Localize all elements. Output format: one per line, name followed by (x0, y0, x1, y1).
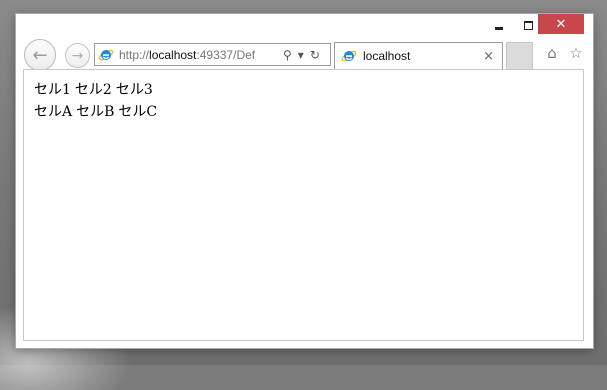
back-button[interactable]: ← (24, 39, 56, 71)
refresh-icon[interactable]: ↻ (310, 48, 320, 62)
close-button[interactable]: ✕ (538, 14, 584, 34)
favorites-star-icon: ☆ (569, 44, 583, 62)
table-cell: セルA (34, 104, 73, 120)
page-content: セル1 セル2 セル3 セルA セルB セルC (23, 69, 584, 341)
forward-button[interactable]: → (65, 43, 90, 68)
browser-window: ✕ ← → http://localhost:49337/Def ⚲ ▾ ↻ l… (16, 14, 593, 348)
home-icon: ⌂ (547, 44, 557, 62)
minimize-button[interactable] (486, 14, 512, 36)
address-url[interactable]: http://localhost:49337/Def (119, 48, 279, 62)
address-protocol: http:// (119, 47, 150, 62)
address-host: localhost (149, 47, 197, 62)
tab-close-icon[interactable]: × (483, 49, 494, 64)
maximize-icon (523, 20, 533, 30)
minimize-icon (495, 26, 503, 30)
table-row: セル1 セル2 セル3 (34, 78, 583, 100)
table-cell: セル2 (74, 82, 112, 98)
forward-arrow-icon: → (71, 47, 84, 64)
tab-localhost[interactable]: localhost × (334, 42, 503, 69)
new-tab-button[interactable] (506, 42, 533, 69)
address-tools: ⚲ ▾ ↻ (283, 48, 320, 62)
table-cell: セルB (76, 104, 115, 120)
table-cell: セルC (118, 104, 158, 120)
table-cell: セル1 (34, 82, 71, 98)
search-icon[interactable]: ⚲ (283, 48, 292, 62)
back-arrow-icon: ← (32, 44, 48, 66)
ie-logo-icon (98, 47, 114, 63)
dropdown-icon[interactable]: ▾ (298, 48, 304, 62)
table-row: セルA セルB セルC (34, 100, 583, 122)
address-path: :49337/Def (196, 47, 256, 62)
address-bar[interactable]: http://localhost:49337/Def ⚲ ▾ ↻ (94, 43, 331, 66)
tab-title: localhost (363, 49, 411, 63)
favorites-button[interactable]: ☆ (567, 44, 585, 62)
home-button[interactable]: ⌂ (543, 44, 561, 62)
table-cell: セル3 (115, 82, 153, 98)
close-icon: ✕ (555, 16, 567, 32)
tab-ie-logo-icon (341, 48, 357, 64)
